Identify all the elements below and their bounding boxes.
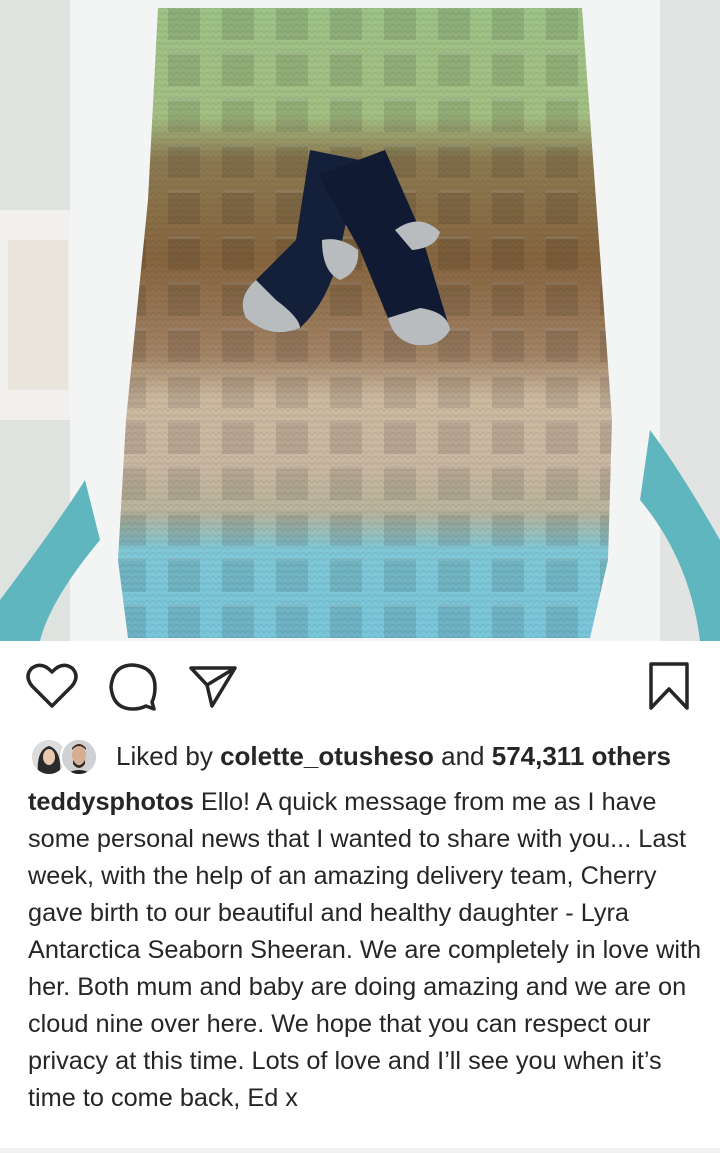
paper-plane-icon[interactable] bbox=[188, 665, 238, 709]
bookmark-outline-icon[interactable] bbox=[648, 661, 690, 711]
blanket-photo bbox=[0, 0, 720, 641]
avatar bbox=[60, 738, 98, 776]
liker-avatars bbox=[30, 738, 102, 776]
liker-username[interactable]: colette_otusheso bbox=[220, 741, 434, 771]
post-caption: teddysphotos Ello! A quick message from … bbox=[28, 784, 708, 1117]
likes-prefix: Liked by bbox=[116, 741, 221, 771]
heart-outline-icon[interactable] bbox=[26, 662, 78, 710]
comment-bubble-icon[interactable] bbox=[108, 662, 158, 712]
divider bbox=[0, 1148, 720, 1153]
post-action-bar bbox=[0, 641, 720, 731]
likes-row[interactable]: Liked by colette_otusheso and 574,311 ot… bbox=[30, 736, 710, 776]
caption-text: Ello! A quick message from me as I have … bbox=[28, 788, 702, 1112]
caption-username[interactable]: teddysphotos bbox=[28, 788, 194, 816]
likes-text: Liked by colette_otusheso and 574,311 ot… bbox=[116, 736, 671, 776]
likes-count[interactable]: 574,311 others bbox=[492, 741, 671, 771]
post-photo[interactable] bbox=[0, 0, 720, 641]
blanket bbox=[118, 8, 612, 638]
likes-middle: and bbox=[433, 741, 492, 771]
